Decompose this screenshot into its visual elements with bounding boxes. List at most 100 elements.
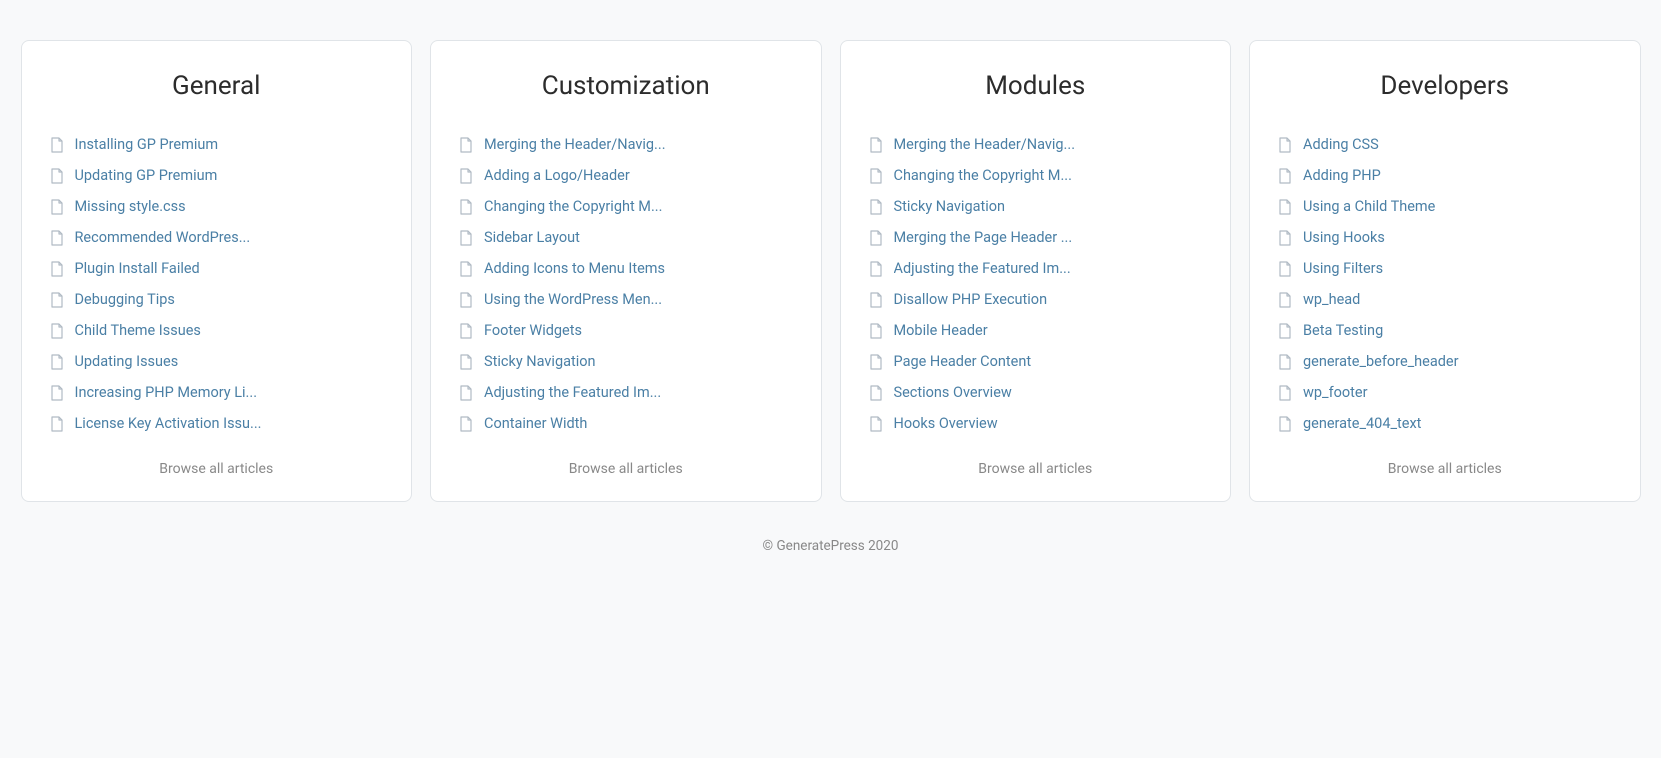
document-icon [869,137,885,153]
browse-all-developers[interactable]: Browse all articles [1278,461,1612,477]
article-link[interactable]: Adding Icons to Menu Items [484,260,665,277]
article-link[interactable]: generate_404_text [1303,415,1421,432]
cards-container: General Installing GP Premium Updating G… [21,40,1641,502]
document-icon [459,354,475,370]
list-item: Installing GP Premium [50,129,384,160]
list-item: Sections Overview [869,377,1203,408]
card-modules: Modules Merging the Header/Navig... Chan… [840,40,1232,502]
card-customization: Customization Merging the Header/Navig..… [430,40,822,502]
article-link[interactable]: Using the WordPress Men... [484,291,662,308]
document-icon [869,323,885,339]
browse-all-general[interactable]: Browse all articles [50,461,384,477]
article-link[interactable]: Debugging Tips [75,291,175,308]
article-link[interactable]: wp_footer [1303,384,1368,401]
list-item: Footer Widgets [459,315,793,346]
list-item: Using the WordPress Men... [459,284,793,315]
article-link[interactable]: Adding CSS [1303,136,1379,153]
document-icon [459,168,475,184]
article-link[interactable]: Using Hooks [1303,229,1385,246]
list-item: wp_head [1278,284,1612,315]
document-icon [50,292,66,308]
document-icon [50,385,66,401]
article-link[interactable]: Sticky Navigation [484,353,596,370]
article-link[interactable]: Installing GP Premium [75,136,219,153]
list-item: Merging the Header/Navig... [869,129,1203,160]
article-link[interactable]: Plugin Install Failed [75,260,200,277]
card-title-developers: Developers [1278,71,1612,101]
document-icon [869,416,885,432]
article-link[interactable]: Sidebar Layout [484,229,580,246]
article-link[interactable]: Adding a Logo/Header [484,167,630,184]
list-item: Beta Testing [1278,315,1612,346]
document-icon [459,199,475,215]
document-icon [50,354,66,370]
article-link[interactable]: Adjusting the Featured Im... [894,260,1071,277]
document-icon [459,230,475,246]
document-icon [1278,199,1294,215]
list-item: Sticky Navigation [459,346,793,377]
list-item: Merging the Header/Navig... [459,129,793,160]
list-item: Updating GP Premium [50,160,384,191]
article-link[interactable]: Page Header Content [894,353,1032,370]
article-link[interactable]: Changing the Copyright M... [894,167,1072,184]
article-link[interactable]: Adding PHP [1303,167,1381,184]
list-item: Recommended WordPres... [50,222,384,253]
document-icon [869,385,885,401]
article-link[interactable]: Merging the Page Header ... [894,229,1073,246]
article-link[interactable]: Mobile Header [894,322,988,339]
list-item: Using a Child Theme [1278,191,1612,222]
article-link[interactable]: Child Theme Issues [75,322,201,339]
card-title-modules: Modules [869,71,1203,101]
article-link[interactable]: Container Width [484,415,587,432]
document-icon [50,168,66,184]
list-item: Adding PHP [1278,160,1612,191]
list-item: Adding CSS [1278,129,1612,160]
list-item: Updating Issues [50,346,384,377]
browse-all-modules[interactable]: Browse all articles [869,461,1203,477]
list-item: Mobile Header [869,315,1203,346]
article-link[interactable]: wp_head [1303,291,1360,308]
document-icon [869,230,885,246]
document-icon [459,292,475,308]
article-link[interactable]: License Key Activation Issu... [75,415,262,432]
article-link[interactable]: Footer Widgets [484,322,582,339]
document-icon [1278,354,1294,370]
article-link[interactable]: Missing style.css [75,198,186,215]
document-icon [1278,168,1294,184]
article-link[interactable]: Using Filters [1303,260,1383,277]
article-link[interactable]: Beta Testing [1303,322,1383,339]
document-icon [50,199,66,215]
document-icon [869,354,885,370]
article-link[interactable]: Sections Overview [894,384,1012,401]
list-item: License Key Activation Issu... [50,408,384,439]
list-item: wp_footer [1278,377,1612,408]
article-link[interactable]: generate_before_header [1303,353,1459,370]
article-list-developers: Adding CSS Adding PHP Using a Child Them… [1278,129,1612,439]
document-icon [1278,416,1294,432]
article-link[interactable]: Sticky Navigation [894,198,1006,215]
document-icon [50,323,66,339]
list-item: Debugging Tips [50,284,384,315]
document-icon [869,168,885,184]
article-link[interactable]: Recommended WordPres... [75,229,251,246]
list-item: Merging the Page Header ... [869,222,1203,253]
list-item: Using Filters [1278,253,1612,284]
document-icon [869,199,885,215]
list-item: Increasing PHP Memory Li... [50,377,384,408]
document-icon [459,416,475,432]
article-link[interactable]: Merging the Header/Navig... [484,136,666,153]
article-link[interactable]: Using a Child Theme [1303,198,1435,215]
browse-all-customization[interactable]: Browse all articles [459,461,793,477]
card-general: General Installing GP Premium Updating G… [21,40,413,502]
article-link[interactable]: Hooks Overview [894,415,998,432]
article-link[interactable]: Merging the Header/Navig... [894,136,1076,153]
list-item: Hooks Overview [869,408,1203,439]
article-link[interactable]: Changing the Copyright M... [484,198,662,215]
article-link[interactable]: Updating GP Premium [75,167,218,184]
document-icon [50,137,66,153]
article-link[interactable]: Updating Issues [75,353,179,370]
article-link[interactable]: Disallow PHP Execution [894,291,1048,308]
article-link[interactable]: Adjusting the Featured Im... [484,384,661,401]
document-icon [1278,230,1294,246]
article-link[interactable]: Increasing PHP Memory Li... [75,384,258,401]
